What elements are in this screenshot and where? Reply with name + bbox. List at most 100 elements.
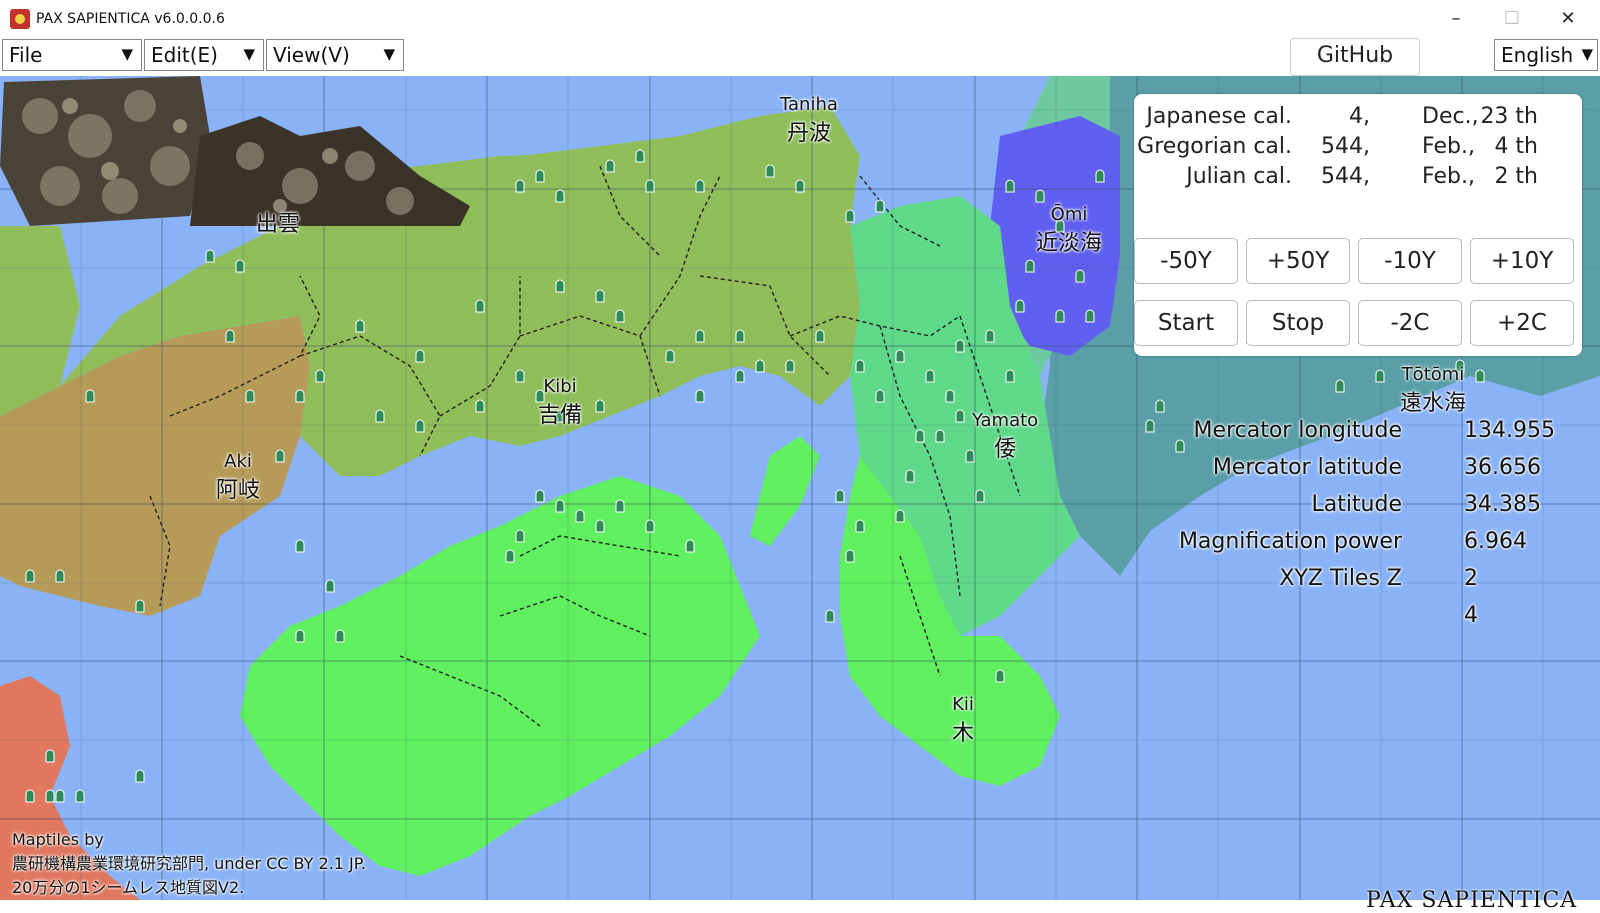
settlement-icon [735, 329, 745, 343]
place-totomi: Tōtōmi 遠水海 [1400, 364, 1467, 416]
settlement-icon [995, 669, 1005, 683]
settlement-icon [645, 179, 655, 193]
start-button[interactable]: Start [1134, 300, 1238, 346]
settlement-icon [835, 489, 845, 503]
settlement-icon [205, 249, 215, 263]
github-button[interactable]: GitHub [1290, 38, 1420, 76]
plus-50-years-button[interactable]: +50Y [1246, 238, 1350, 284]
settlement-icon [895, 349, 905, 363]
settlement-icon [925, 369, 935, 383]
settlement-icon [295, 629, 305, 643]
settlement-icon [595, 519, 605, 533]
settlement-icon [985, 329, 995, 343]
edit-menu-label: Edit(E) [151, 43, 218, 67]
maximize-button[interactable]: ☐ [1489, 4, 1535, 34]
place-kibi: Kibi 吉備 [538, 376, 583, 428]
place-aki: Aki 阿岐 [216, 451, 261, 503]
settlement-icon [555, 189, 565, 203]
settlement-icon [315, 369, 325, 383]
title-bar: PAX SAPIENTICA v6.0.0.0.6 – ☐ ✕ [0, 0, 1600, 38]
settlement-icon [295, 389, 305, 403]
settlement-icon [515, 179, 525, 193]
settlement-icon [1025, 259, 1035, 273]
settlement-icon [555, 279, 565, 293]
attribution-line: 20万分の1シームレス地質図V2. [12, 878, 245, 897]
settlement-icon [665, 349, 675, 363]
settlement-icon [55, 569, 65, 583]
settlement-icon [325, 579, 335, 593]
settlement-icon [225, 329, 235, 343]
settlement-icon [235, 259, 245, 273]
latitude-value: 34.385 [1464, 492, 1541, 517]
settlement-icon [645, 519, 655, 533]
magnification-label: Magnification power [1178, 529, 1402, 554]
settlement-icon [1335, 379, 1345, 393]
settlement-icon [915, 429, 925, 443]
settlement-icon [685, 539, 695, 553]
settlement-icon [595, 399, 605, 413]
attribution-line: Maptiles by [12, 830, 104, 849]
place-yamato: Yamato 倭 [972, 410, 1039, 462]
chevron-down-icon: ▼ [243, 45, 255, 63]
settlement-icon [635, 149, 645, 163]
minus-2-centuries-button[interactable]: -2C [1358, 300, 1462, 346]
settlement-icon [335, 629, 345, 643]
settlement-icon [355, 319, 365, 333]
plus-2-centuries-button[interactable]: +2C [1470, 300, 1574, 346]
settlement-icon [595, 289, 605, 303]
settlement-icon [755, 359, 765, 373]
settlement-icon [615, 309, 625, 323]
settlement-icon [415, 349, 425, 363]
settlement-icon [1475, 369, 1485, 383]
settlement-icon [1005, 369, 1015, 383]
settlement-icon [905, 469, 915, 483]
settlement-icon [875, 199, 885, 213]
settlement-icon [55, 789, 65, 803]
stop-button[interactable]: Stop [1246, 300, 1350, 346]
settlement-icon [375, 409, 385, 423]
language-value: English [1501, 43, 1574, 67]
settlement-icon [815, 329, 825, 343]
mercator-longitude-value: 134.955 [1464, 418, 1555, 443]
language-select[interactable]: English ▼ [1494, 39, 1598, 71]
settlement-icon [895, 509, 905, 523]
view-menu-label: View(V) [273, 43, 350, 67]
settlement-icon [25, 789, 35, 803]
minimize-button[interactable]: – [1433, 4, 1479, 34]
place-omi: Ōmi 近淡海 [1036, 204, 1103, 256]
latitude-label: Latitude [1311, 492, 1402, 517]
time-control-panel: Japanese cal. 4, Dec., 23 th Gregorian c… [1134, 94, 1582, 356]
settlement-icon [45, 749, 55, 763]
settlement-icon [955, 409, 965, 423]
settlement-icon [1005, 179, 1015, 193]
file-menu[interactable]: File ▼ [2, 39, 142, 71]
app-watermark: PAX SAPIENTICA [1366, 888, 1578, 913]
settlement-icon [555, 499, 565, 513]
mercator-latitude-label: Mercator latitude [1212, 455, 1402, 480]
minus-10-years-button[interactable]: -10Y [1358, 238, 1462, 284]
plus-10-years-button[interactable]: +10Y [1470, 238, 1574, 284]
settlement-icon [1175, 439, 1185, 453]
edit-menu[interactable]: Edit(E) ▼ [144, 39, 264, 71]
settlement-icon [695, 179, 705, 193]
artifact-photo [0, 76, 470, 226]
close-button[interactable]: ✕ [1545, 4, 1591, 34]
settlement-icon [825, 609, 835, 623]
minus-50-years-button[interactable]: -50Y [1134, 238, 1238, 284]
view-menu[interactable]: View(V) ▼ [266, 39, 404, 71]
settlement-icon [1145, 419, 1155, 433]
mercator-longitude-label: Mercator longitude [1193, 418, 1402, 443]
settlement-icon [275, 449, 285, 463]
settlement-icon [845, 549, 855, 563]
xyz-tiles-value: 2 [1464, 566, 1478, 591]
japanese-calendar-row: Japanese cal. 4, Dec., 23 th [1146, 104, 1538, 129]
settlement-icon [135, 599, 145, 613]
settlement-icon [855, 359, 865, 373]
julian-calendar-row: Julian cal. 544, Feb., 2 th [1186, 164, 1538, 189]
place-taniha: Taniha 丹波 [780, 94, 838, 146]
place-kii: Kii 木 [952, 694, 975, 746]
settlement-icon [1035, 189, 1045, 203]
app-icon [10, 9, 30, 29]
settlement-icon [1015, 299, 1025, 313]
settlement-icon [935, 429, 945, 443]
